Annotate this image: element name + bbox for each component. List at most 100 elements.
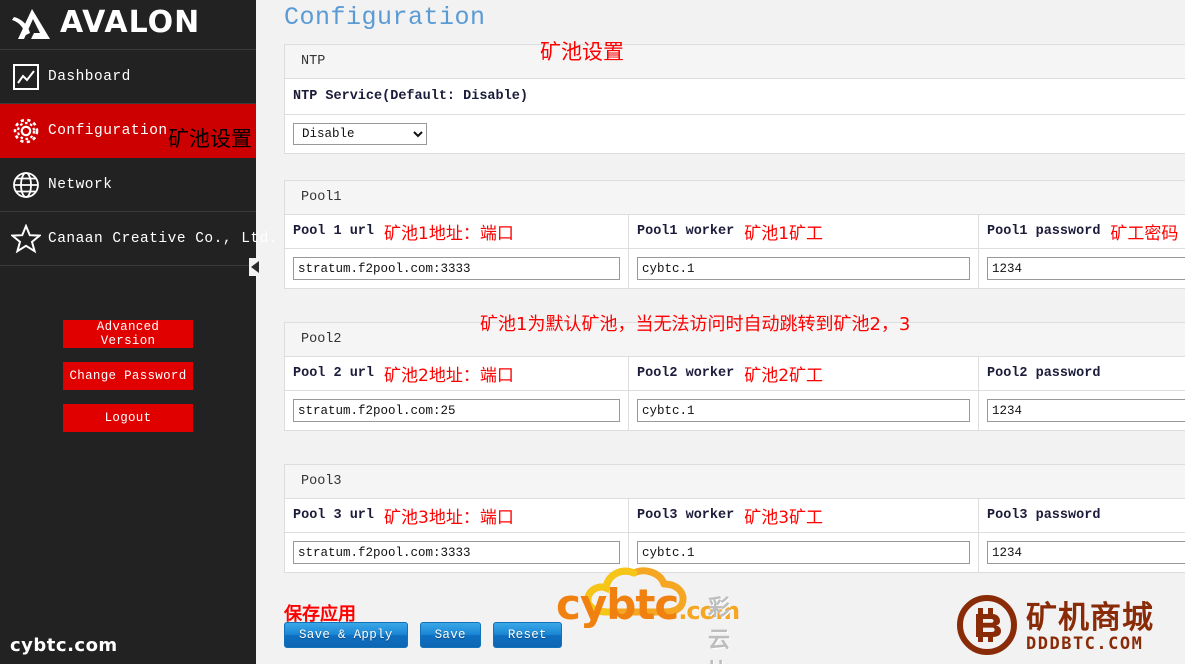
sidebar-footer-watermark: cybtc.com bbox=[10, 635, 118, 656]
pool1-password-label-row: Pool1 password 矿工密码 bbox=[979, 215, 1185, 249]
save-button[interactable]: Save bbox=[419, 622, 481, 648]
pool2-worker-annotation: 矿池2矿工 bbox=[744, 366, 824, 386]
advanced-version-button[interactable]: Advanced Version bbox=[63, 320, 193, 348]
reset-button[interactable]: Reset bbox=[492, 622, 562, 648]
pool1-url-label: Pool 1 url bbox=[293, 224, 375, 239]
pool2-password-label-row: Pool2 password bbox=[979, 357, 1185, 391]
pool3-password-input-wrap bbox=[979, 533, 1185, 572]
main-content: Configuration 矿池设置 NTP NTP Service(Defau… bbox=[256, 0, 1185, 664]
dddbtc-domain: DDDBTC.COM bbox=[1026, 633, 1144, 654]
globe-icon bbox=[4, 171, 48, 199]
sidebar-item-label: Network bbox=[48, 176, 113, 193]
pool1-worker-label: Pool1 worker bbox=[637, 224, 735, 239]
pool3-url-input-wrap bbox=[285, 533, 628, 572]
pool3-url-annotation: 矿池3地址：端口 bbox=[384, 508, 514, 528]
pool3-panel-title: Pool3 bbox=[285, 465, 1185, 499]
pool2-worker-col: Pool2 worker 矿池2矿工 bbox=[629, 357, 979, 430]
ntp-service-select[interactable]: Disable bbox=[293, 123, 427, 145]
pool2-worker-label-row: Pool2 worker 矿池2矿工 bbox=[629, 357, 978, 391]
app-window: AVALON Dashboard Configuration 矿池设置 Netw… bbox=[0, 0, 1185, 664]
pool3-panel: Pool3 Pool 3 url 矿池3地址：端口 Pool3 worker 矿… bbox=[284, 464, 1185, 573]
pool2-url-annotation: 矿池2地址：端口 bbox=[384, 366, 514, 386]
cybtc-wordmark: cybtc.com bbox=[556, 580, 740, 629]
pool3-worker-input[interactable] bbox=[637, 541, 970, 564]
pool2-url-label: Pool 2 url bbox=[293, 366, 375, 381]
pool2-url-col: Pool 2 url 矿池2地址：端口 bbox=[285, 357, 629, 430]
pool1-password-col: Pool1 password 矿工密码 bbox=[979, 215, 1185, 288]
pool1-panel-title: Pool1 bbox=[285, 181, 1185, 215]
ntp-panel-title: NTP bbox=[285, 45, 1185, 79]
change-password-button[interactable]: Change Password bbox=[63, 362, 193, 390]
pool3-url-col: Pool 3 url 矿池3地址：端口 bbox=[285, 499, 629, 572]
bitcoin-circle-icon bbox=[956, 594, 1018, 661]
dddbtc-chinese: 矿机商城 bbox=[1026, 599, 1154, 636]
pool2-worker-input[interactable] bbox=[637, 399, 970, 422]
pool1-url-annotation: 矿池1地址：端口 bbox=[384, 224, 514, 244]
pool1-worker-input[interactable] bbox=[637, 257, 970, 280]
pool3-worker-label: Pool3 worker bbox=[637, 508, 735, 523]
sidebar-item-label: Canaan Creative Co., Ltd. bbox=[48, 230, 279, 247]
pool3-worker-label-row: Pool3 worker 矿池3矿工 bbox=[629, 499, 978, 533]
brand-header: AVALON bbox=[0, 0, 256, 50]
pool3-url-label: Pool 3 url bbox=[293, 508, 375, 523]
sidebar-item-dashboard[interactable]: Dashboard bbox=[0, 50, 256, 104]
cybtc-chinese-wordmark: 彩云比特 bbox=[708, 596, 732, 664]
pool1-password-input[interactable] bbox=[987, 257, 1185, 280]
gear-icon bbox=[4, 116, 48, 146]
pool1-url-input-wrap bbox=[285, 249, 628, 288]
pool3-worker-col: Pool3 worker 矿池3矿工 bbox=[629, 499, 979, 572]
pool1-password-input-wrap bbox=[979, 249, 1185, 288]
pool2-password-input-wrap bbox=[979, 391, 1185, 430]
pool3-password-label: Pool3 password bbox=[987, 508, 1101, 523]
pool2-password-label: Pool2 password bbox=[987, 366, 1101, 381]
pool2-url-input[interactable] bbox=[293, 399, 620, 422]
chart-icon bbox=[4, 63, 48, 91]
sidebar-action-buttons: Advanced Version Change Password Logout bbox=[0, 320, 256, 432]
pool-settings-annotation: 矿池设置 bbox=[540, 40, 624, 64]
pool3-password-col: Pool3 password bbox=[979, 499, 1185, 572]
sidebar-item-canaan[interactable]: Canaan Creative Co., Ltd. bbox=[0, 212, 278, 266]
pool3-worker-annotation: 矿池3矿工 bbox=[744, 508, 824, 528]
pool3-url-input[interactable] bbox=[293, 541, 620, 564]
pool3-url-label-row: Pool 3 url 矿池3地址：端口 bbox=[285, 499, 628, 533]
pool1-url-label-row: Pool 1 url 矿池1地址：端口 bbox=[285, 215, 628, 249]
pool1-worker-col: Pool1 worker 矿池1矿工 bbox=[629, 215, 979, 288]
sidebar-item-label: Configuration bbox=[48, 122, 168, 139]
pool2-url-input-wrap bbox=[285, 391, 628, 430]
pool3-password-input[interactable] bbox=[987, 541, 1185, 564]
ntp-service-label: NTP Service(Default: Disable) bbox=[285, 79, 1185, 115]
sidebar-configuration-annotation: 矿池设置 bbox=[168, 127, 252, 151]
pool3-worker-input-wrap bbox=[629, 533, 978, 572]
sidebar-item-network[interactable]: Network bbox=[0, 158, 256, 212]
sidebar: AVALON Dashboard Configuration 矿池设置 Netw… bbox=[0, 0, 278, 664]
pool2-password-input[interactable] bbox=[987, 399, 1185, 422]
pool1-fields: Pool 1 url 矿池1地址：端口 Pool1 worker 矿池1矿工 bbox=[285, 215, 1185, 288]
pool2-worker-label: Pool2 worker bbox=[637, 366, 735, 381]
pool1-panel: Pool1 Pool 1 url 矿池1地址：端口 Pool1 worker 矿… bbox=[284, 180, 1185, 289]
pool1-password-annotation: 矿工密码 bbox=[1110, 224, 1179, 244]
pool-fallback-annotation: 矿池1为默认矿池，当无法访问时自动跳转到矿池2，3 bbox=[480, 314, 911, 335]
dddbtc-text: 矿机商城 DDDBTC.COM bbox=[1026, 599, 1154, 654]
pool1-url-col: Pool 1 url 矿池1地址：端口 bbox=[285, 215, 629, 288]
pool3-fields: Pool 3 url 矿池3地址：端口 Pool3 worker 矿池3矿工 bbox=[285, 499, 1185, 572]
logout-button[interactable]: Logout bbox=[63, 404, 193, 432]
pool2-fields: Pool 2 url 矿池2地址：端口 Pool2 worker 矿池2矿工 bbox=[285, 357, 1185, 430]
save-annotation: 保存应用 bbox=[284, 604, 356, 625]
pool1-worker-annotation: 矿池1矿工 bbox=[744, 224, 824, 244]
pool3-password-label-row: Pool3 password bbox=[979, 499, 1185, 533]
pool1-url-input[interactable] bbox=[293, 257, 620, 280]
pool1-worker-input-wrap bbox=[629, 249, 978, 288]
star-icon bbox=[4, 223, 48, 254]
pool2-worker-input-wrap bbox=[629, 391, 978, 430]
avalon-logo-icon bbox=[10, 5, 56, 45]
ntp-panel: NTP NTP Service(Default: Disable) Disabl… bbox=[284, 44, 1185, 154]
pool2-password-col: Pool2 password bbox=[979, 357, 1185, 430]
dddbtc-watermark: 矿机商城 DDDBTC.COM bbox=[956, 594, 1154, 661]
pool1-worker-label-row: Pool1 worker 矿池1矿工 bbox=[629, 215, 978, 249]
sidebar-collapse-toggle[interactable] bbox=[249, 258, 263, 276]
page-title: Configuration bbox=[284, 3, 486, 32]
pool1-password-label: Pool1 password bbox=[987, 224, 1101, 239]
pool2-url-label-row: Pool 2 url 矿池2地址：端口 bbox=[285, 357, 628, 391]
brand-title: AVALON bbox=[60, 4, 201, 40]
sidebar-item-label: Dashboard bbox=[48, 68, 131, 85]
